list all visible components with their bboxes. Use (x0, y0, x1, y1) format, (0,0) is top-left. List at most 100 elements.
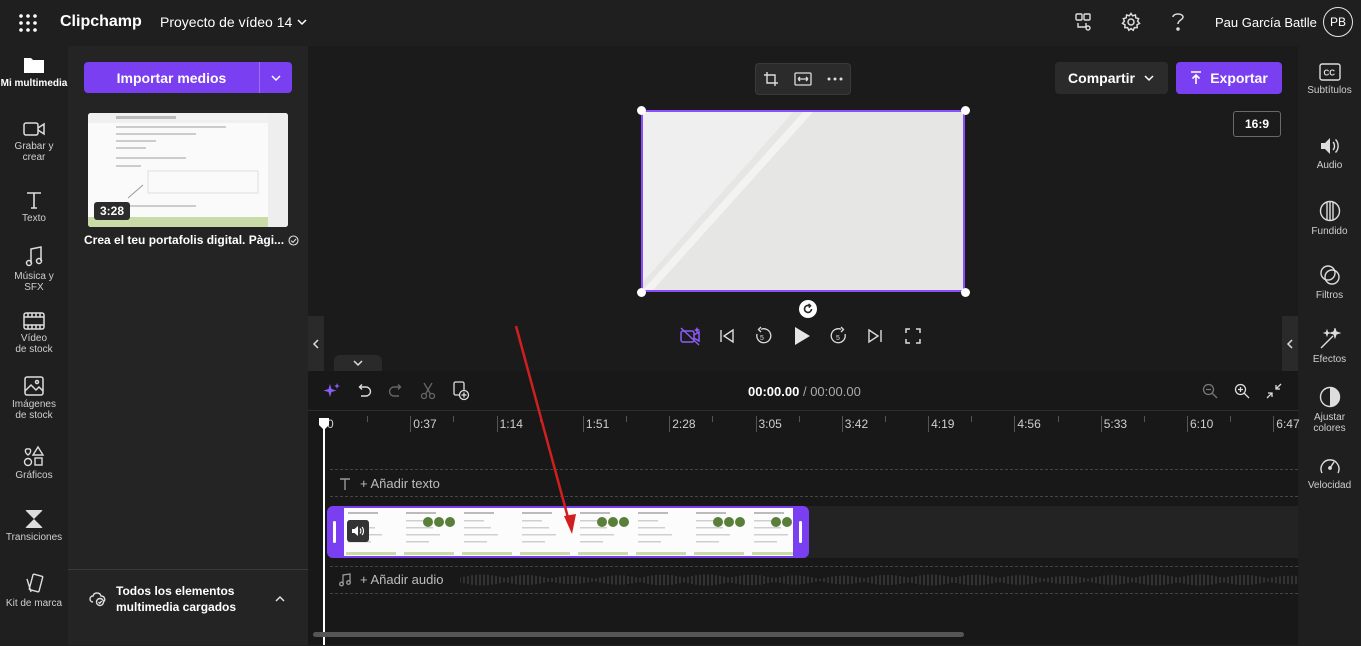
rail-item-record-create[interactable]: Grabar y crear (0, 120, 68, 163)
rail-item-music-sfx[interactable]: Música y SFX (0, 246, 68, 293)
rail-item-my-media[interactable]: Mi multimedia (0, 55, 68, 89)
crop-icon[interactable] (763, 71, 779, 87)
ruler-minor-tick (1057, 416, 1059, 422)
rail-label: Gráficos (15, 470, 53, 481)
ruler-label: 0:37 (413, 417, 437, 431)
ruler-minor-tick (453, 416, 455, 422)
rail-item-text[interactable]: Texto (0, 190, 68, 224)
rail-item-effects[interactable]: Efectos (1298, 328, 1361, 365)
collapse-timeline-button[interactable] (334, 355, 382, 371)
media-duration-badge: 3:28 (94, 202, 131, 220)
timeline-horizontal-scrollbar[interactable] (313, 632, 964, 637)
rail-label: Música y SFX (14, 271, 54, 293)
rail-item-stock-images[interactable]: Imágenes de stock (0, 376, 68, 421)
ruler-tick (1100, 416, 1102, 432)
collapse-properties-panel-button[interactable] (1282, 316, 1298, 372)
zoom-out-icon[interactable] (1202, 383, 1218, 399)
fit-icon[interactable] (794, 72, 812, 86)
timeline-toolbar-divider (308, 410, 1298, 411)
fit-timeline-icon[interactable] (1266, 383, 1282, 399)
aspect-ratio-button[interactable]: 16:9 (1233, 111, 1281, 137)
share-button[interactable]: Compartir (1055, 62, 1168, 94)
clip-trim-handle-left[interactable] (333, 521, 336, 543)
rail-item-graphics[interactable]: Gráficos (0, 445, 68, 481)
rail-item-brand-kit[interactable]: Kit de marca (0, 573, 68, 609)
rail-item-audio[interactable]: Audio (1298, 136, 1361, 171)
forward-5-icon[interactable]: 5 (829, 326, 849, 346)
ruler-minor-tick (1230, 416, 1232, 422)
resize-handle[interactable] (637, 106, 646, 115)
clip-audio-button[interactable] (347, 520, 369, 542)
music-icon (0, 246, 68, 268)
settings-gear-icon[interactable] (1121, 12, 1141, 32)
help-icon[interactable] (1171, 11, 1185, 33)
rail-item-fade[interactable]: Fundido (1298, 200, 1361, 237)
captions-icon: CC (1298, 63, 1361, 81)
current-time: 00:00.00 (748, 384, 800, 399)
duplicate-icon[interactable] (452, 381, 470, 401)
play-icon[interactable] (792, 326, 812, 346)
add-text-track[interactable]: + Añadir texto (338, 476, 440, 491)
rail-label: Fundido (1311, 226, 1348, 237)
undo-icon[interactable] (356, 383, 372, 399)
app-launcher-icon[interactable] (18, 13, 38, 33)
import-options-dropdown[interactable] (260, 62, 292, 93)
camera-icon (0, 120, 68, 138)
video-canvas[interactable] (641, 110, 965, 292)
project-title: Proyecto de vídeo 14 (160, 14, 293, 30)
rail-item-adjust-colors[interactable]: Ajustar colores (1298, 386, 1361, 434)
rail-item-transitions[interactable]: Transiciones (0, 509, 68, 543)
clip-trim-handle-right[interactable] (799, 521, 802, 543)
playhead-line[interactable] (323, 425, 325, 645)
add-text-label: + Añadir texto (360, 476, 440, 491)
avatar[interactable]: PB (1323, 7, 1353, 37)
zoom-in-icon[interactable] (1234, 383, 1250, 399)
split-scissors-icon[interactable] (420, 382, 436, 400)
media-title: Crea el teu portafolis digital. Pàgi... (84, 233, 285, 247)
rotate-icon[interactable] (799, 300, 817, 318)
ruler-minor-tick (798, 416, 800, 422)
more-options-icon[interactable] (827, 77, 843, 81)
rail-item-stock-video[interactable]: Vídeo de stock (0, 312, 68, 355)
skip-back-icon[interactable] (719, 328, 735, 344)
add-audio-track[interactable]: + Añadir audio (338, 572, 443, 587)
redo-icon[interactable] (388, 383, 404, 399)
chevron-up-icon[interactable] (274, 593, 286, 605)
playhead-handle[interactable] (318, 417, 330, 431)
contrast-icon (1298, 386, 1361, 408)
speaker-icon (1298, 136, 1361, 156)
export-label: Exportar (1210, 70, 1268, 86)
rail-item-speed[interactable]: Velocidad (1298, 456, 1361, 491)
collapse-media-panel-button[interactable] (308, 316, 324, 372)
rail-item-captions[interactable]: CC Subtítulos (1298, 63, 1361, 96)
check-circle-icon (288, 234, 299, 246)
svg-text:5: 5 (760, 335, 764, 342)
resize-handle[interactable] (961, 288, 970, 297)
ruler-label: 6:47 (1276, 417, 1300, 431)
chevron-left-icon (1286, 338, 1294, 350)
resize-handle[interactable] (637, 288, 646, 297)
rewind-5-icon[interactable]: 5 (753, 326, 773, 346)
track-divider (330, 566, 1298, 567)
camera-off-sparkle-icon[interactable] (680, 326, 702, 346)
ruler-label: 4:56 (1017, 417, 1041, 431)
ruler-label: 2:28 (672, 417, 696, 431)
project-title-dropdown[interactable]: Proyecto de vídeo 14 (160, 14, 308, 30)
time-separator: / (802, 384, 807, 399)
ruler-label: 3:05 (758, 417, 782, 431)
resize-handle[interactable] (961, 106, 970, 115)
text-icon (0, 190, 68, 210)
fullscreen-icon[interactable] (905, 328, 921, 344)
export-button[interactable]: Exportar (1176, 62, 1282, 94)
skip-forward-icon[interactable] (867, 328, 883, 344)
rail-label: Filtros (1315, 290, 1344, 301)
user-name: Pau García Batlle (1215, 15, 1317, 30)
rail-label: Mi multimedia (0, 78, 68, 89)
ruler-minor-tick (367, 416, 369, 422)
rail-label: Efectos (1312, 354, 1347, 365)
rail-item-filters[interactable]: Filtros (1298, 264, 1361, 301)
rail-label: Kit de marca (5, 598, 63, 609)
import-media-button[interactable]: Importar medios (84, 62, 259, 93)
ai-sparkle-icon[interactable] (323, 382, 341, 400)
share-feedback-icon[interactable] (1074, 12, 1092, 32)
